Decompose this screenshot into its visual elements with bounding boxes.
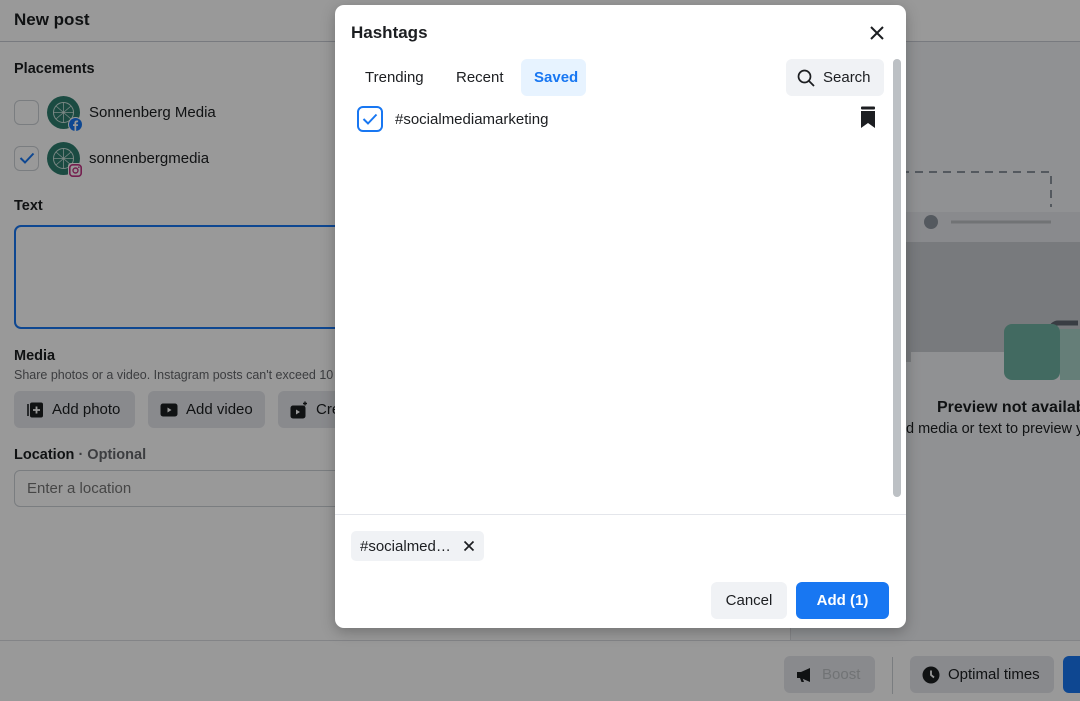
divider — [335, 514, 906, 515]
add-button[interactable]: Add (1) — [796, 582, 889, 619]
bookmark-button[interactable] — [860, 106, 876, 133]
hashtags-dialog: Hashtags Trending Recent Saved Search #s… — [335, 5, 906, 628]
search-label: Search — [823, 69, 871, 86]
selected-hashtag-chip: #socialmed… — [351, 531, 484, 561]
scrollbar[interactable] — [893, 59, 901, 497]
close-icon — [870, 26, 884, 40]
hashtag-checkbox[interactable] — [357, 106, 383, 132]
hashtag-list-item[interactable]: #socialmediamarketing — [357, 105, 879, 133]
close-icon — [463, 540, 474, 552]
bookmark-icon — [861, 106, 875, 128]
tab-label: Recent — [456, 69, 504, 86]
dialog-title: Hashtags — [351, 23, 428, 42]
tab-label: Saved — [534, 69, 579, 86]
tab-label: Trending — [365, 69, 424, 86]
search-icon — [797, 69, 815, 87]
cancel-button[interactable]: Cancel — [711, 582, 787, 619]
checkmark-icon — [362, 113, 378, 125]
search-button[interactable]: Search — [786, 59, 884, 96]
hashtag-name: #socialmediamarketing — [395, 110, 549, 128]
chip-label: #socialmed… — [360, 537, 451, 555]
close-button[interactable] — [863, 19, 891, 47]
tab-recent[interactable]: Recent — [443, 59, 517, 96]
tab-trending[interactable]: Trending — [352, 59, 437, 96]
tab-saved[interactable]: Saved — [521, 59, 586, 96]
remove-chip-button[interactable] — [463, 540, 475, 552]
